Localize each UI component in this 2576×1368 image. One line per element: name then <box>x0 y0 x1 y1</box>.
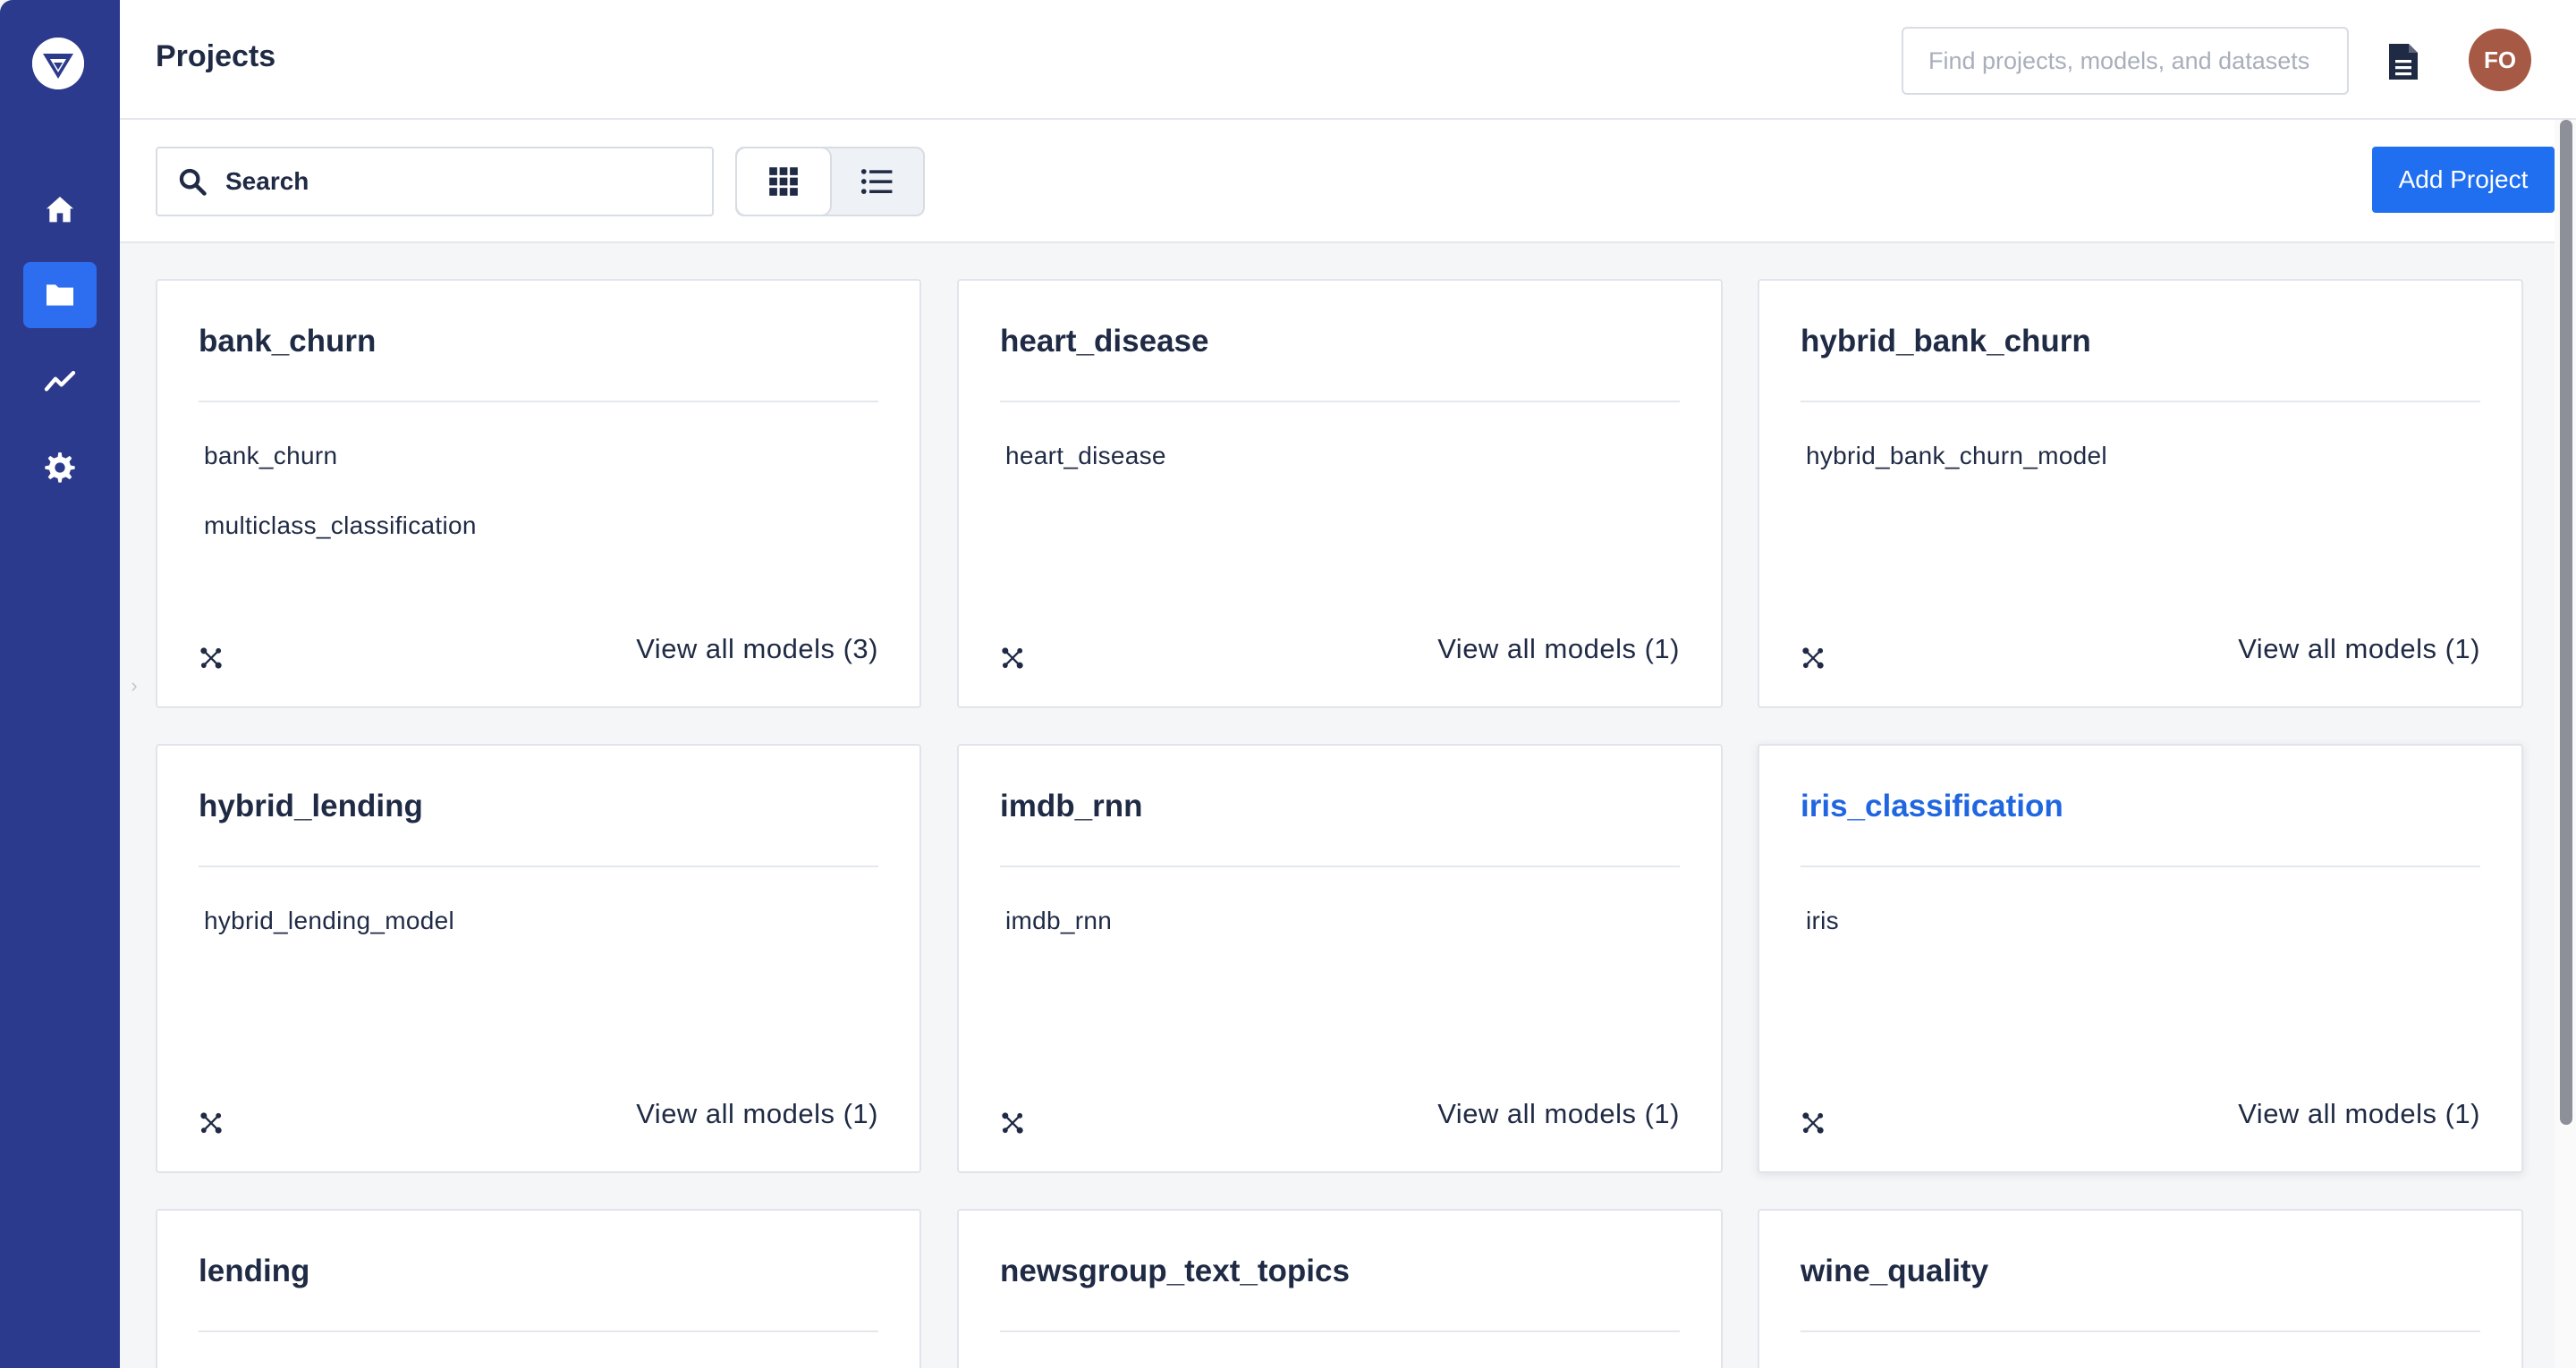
sidebar-item-home[interactable] <box>23 177 97 243</box>
logo-icon <box>32 38 84 89</box>
project-title[interactable]: heart_disease <box>1000 324 1208 359</box>
list-icon <box>860 169 893 194</box>
project-title[interactable]: newsgroup_text_topics <box>1000 1254 1350 1289</box>
view-all-models-link[interactable]: View all models (1) <box>2238 633 2480 665</box>
add-project-button[interactable]: Add Project <box>2372 147 2555 213</box>
card-divider <box>199 1330 878 1332</box>
model-network-icon <box>200 647 222 669</box>
page-title: Projects <box>156 39 276 73</box>
list-view-button[interactable] <box>830 148 923 215</box>
view-all-models-link[interactable]: View all models (3) <box>636 633 878 665</box>
project-search[interactable] <box>156 147 714 216</box>
project-title[interactable]: hybrid_bank_churn <box>1801 324 2091 359</box>
app-logo[interactable] <box>32 38 84 89</box>
project-card[interactable]: iris_classification iris View all models… <box>1758 744 2523 1173</box>
page-scrollbar[interactable] <box>2555 120 2576 1368</box>
model-network-icon <box>1802 1112 1824 1134</box>
documentation-button[interactable] <box>2383 39 2424 84</box>
project-card[interactable]: hybrid_lending hybrid_lending_model View… <box>156 744 921 1173</box>
project-card[interactable]: newsgroup_text_topics <box>957 1209 1723 1368</box>
card-divider <box>199 401 878 402</box>
project-search-input[interactable] <box>225 167 691 196</box>
project-title[interactable]: hybrid_lending <box>199 789 423 824</box>
model-name[interactable]: iris <box>1806 907 1839 935</box>
model-name[interactable]: hybrid_lending_model <box>204 907 454 935</box>
model-name[interactable]: heart_disease <box>1005 442 1166 470</box>
project-card[interactable]: lending <box>156 1209 921 1368</box>
folder-icon <box>47 284 73 306</box>
model-network-icon <box>200 1112 222 1134</box>
scrollbar-thumb[interactable] <box>2560 120 2572 1125</box>
model-name[interactable]: multiclass_classification <box>204 511 477 540</box>
card-divider <box>1801 866 2480 867</box>
view-all-models-link[interactable]: View all models (1) <box>1437 1098 1680 1130</box>
model-network-icon <box>1002 1112 1023 1134</box>
project-toolbar: Add Project <box>120 120 2555 243</box>
grid-view-button[interactable] <box>737 148 830 215</box>
project-card[interactable]: heart_disease heart_disease View all mod… <box>957 279 1723 708</box>
project-card[interactable]: hybrid_bank_churn hybrid_bank_churn_mode… <box>1758 279 2523 708</box>
project-title[interactable]: wine_quality <box>1801 1254 1988 1289</box>
project-card[interactable]: imdb_rnn imdb_rnn View all models (1) <box>957 744 1723 1173</box>
sidebar-item-projects[interactable] <box>23 262 97 328</box>
sidebar-item-analytics[interactable] <box>23 349 97 415</box>
model-name[interactable]: bank_churn <box>204 442 337 470</box>
grid-icon <box>769 167 798 196</box>
model-network-icon <box>1802 647 1824 669</box>
search-icon <box>179 168 207 196</box>
project-title[interactable]: bank_churn <box>199 324 376 359</box>
view-mode-toggle <box>735 147 925 216</box>
view-all-models-link[interactable]: View all models (1) <box>2238 1098 2480 1130</box>
sidebar-item-settings[interactable] <box>23 435 97 501</box>
document-icon <box>2389 44 2418 80</box>
card-divider <box>1000 866 1680 867</box>
home-icon <box>47 197 73 223</box>
model-network-icon <box>1002 647 1023 669</box>
user-avatar[interactable]: FO <box>2469 29 2531 91</box>
view-all-models-link[interactable]: View all models (1) <box>636 1098 878 1130</box>
model-name[interactable]: hybrid_bank_churn_model <box>1806 442 2107 470</box>
view-all-models-link[interactable]: View all models (1) <box>1437 633 1680 665</box>
model-name[interactable]: imdb_rnn <box>1005 907 1112 935</box>
global-search-input[interactable] <box>1902 27 2349 95</box>
card-divider <box>1801 1330 2480 1332</box>
project-title[interactable]: imdb_rnn <box>1000 789 1142 824</box>
card-divider <box>1801 401 2480 402</box>
project-title[interactable]: lending <box>199 1254 309 1289</box>
card-divider <box>1000 401 1680 402</box>
card-divider <box>199 866 878 867</box>
gear-icon <box>45 452 75 483</box>
top-header: Projects FO <box>120 0 2576 120</box>
chart-line-icon <box>44 370 76 392</box>
sidebar-collapse-toggle[interactable]: › <box>125 672 143 699</box>
card-divider <box>1000 1330 1680 1332</box>
sidebar <box>0 0 120 1368</box>
project-card[interactable]: wine_quality <box>1758 1209 2523 1368</box>
project-title[interactable]: iris_classification <box>1801 789 2063 824</box>
project-card[interactable]: bank_churn bank_churn multiclass_classif… <box>156 279 921 708</box>
